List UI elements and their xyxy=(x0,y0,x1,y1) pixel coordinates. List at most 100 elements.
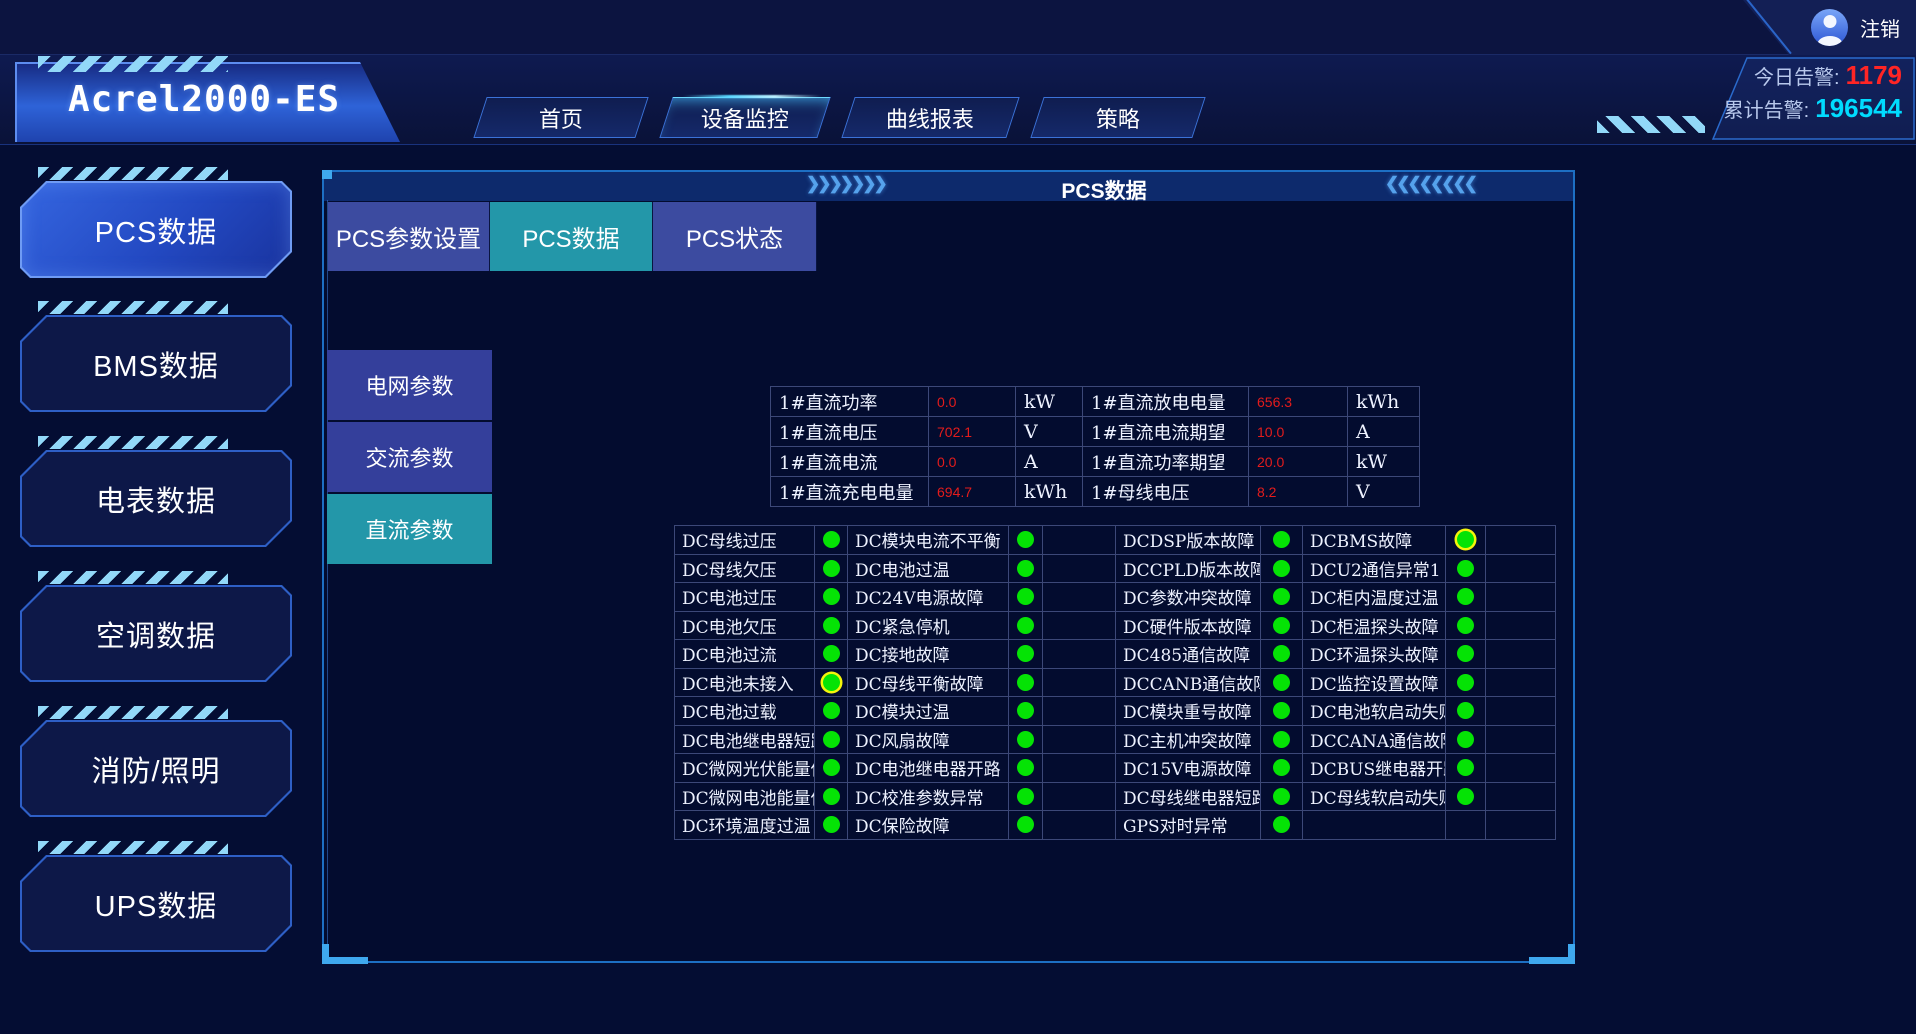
logout-button[interactable]: 注销 xyxy=(1860,13,1900,42)
status-spacer-cell xyxy=(1486,697,1556,726)
status-dot-cell xyxy=(1446,555,1486,584)
status-indicator-icon xyxy=(1273,731,1290,748)
submenu-ac-params[interactable]: 交流参数 xyxy=(327,422,492,492)
status-indicator-icon xyxy=(823,702,840,719)
status-indicator-icon xyxy=(1273,617,1290,634)
status-indicator-icon xyxy=(1457,560,1474,577)
status-label: DC电池继电器短路 xyxy=(675,726,815,755)
submenu-dc-params[interactable]: 直流参数 xyxy=(327,494,492,564)
status-label: DCCANB通信故障 xyxy=(1116,669,1261,698)
status-indicator-icon xyxy=(1273,788,1290,805)
status-indicator-icon xyxy=(1017,674,1034,691)
status-indicator-icon xyxy=(1457,731,1474,748)
sidebar-item-label: 空调数据 xyxy=(96,613,216,655)
hazard-stripes-icon xyxy=(38,841,228,854)
status-dot-cell xyxy=(1261,726,1303,755)
sidebar-item-label: UPS数据 xyxy=(95,883,218,925)
nav-tab-curve-report[interactable]: 曲线报表 xyxy=(841,97,1019,138)
status-dot-cell xyxy=(1446,640,1486,669)
status-label: DCBMS故障 xyxy=(1303,526,1446,555)
status-dot-cell xyxy=(1009,754,1043,783)
status-indicator-icon xyxy=(1017,816,1034,833)
status-dot-cell xyxy=(1261,526,1303,555)
sidebar-item-hvac[interactable]: 空调数据 xyxy=(20,585,292,682)
status-indicator-icon xyxy=(1017,731,1034,748)
status-label: DC模块过温 xyxy=(848,697,1009,726)
tab-pcs-param-settings[interactable]: PCS参数设置 xyxy=(328,202,490,271)
status-spacer-cell xyxy=(1486,612,1556,641)
status-dot-cell xyxy=(1261,811,1303,840)
tab-pcs-status[interactable]: PCS状态 xyxy=(653,202,817,271)
alarm-total-row: 累计告警:196544 xyxy=(1724,94,1902,127)
status-dot-cell xyxy=(1446,726,1486,755)
nav-tab-label: 首页 xyxy=(539,102,583,134)
values-cell-value: 694.7 xyxy=(929,477,1016,507)
hazard-stripes-icon xyxy=(38,301,228,314)
submenu-grid-params[interactable]: 电网参数 xyxy=(327,350,492,420)
status-dot-cell xyxy=(815,697,848,726)
nav-tab-home[interactable]: 首页 xyxy=(473,97,648,138)
status-spacer-cell xyxy=(1043,526,1116,555)
status-dot-cell xyxy=(1009,612,1043,641)
alarm-today-label: 今日告警: xyxy=(1754,67,1840,89)
sidebar: PCS数据 BMS数据 电表数据 空调数据 消防/照明 UPS数据 xyxy=(20,165,292,975)
status-label: DC电池过压 xyxy=(675,583,815,612)
values-cell-label: 1#直流电压 xyxy=(771,417,929,447)
values-cell-value: 20.0 xyxy=(1249,447,1348,477)
status-label: DC环境温度过温 xyxy=(675,811,815,840)
status-label: DCDSP版本故障 xyxy=(1116,526,1261,555)
status-spacer-cell xyxy=(1486,754,1556,783)
submenu-label: 交流参数 xyxy=(365,441,453,473)
status-indicator-icon xyxy=(1017,702,1034,719)
status-dot-cell xyxy=(1009,640,1043,669)
values-cell-value: 0.0 xyxy=(929,447,1016,477)
status-dot-cell xyxy=(1446,612,1486,641)
dc-values-table: 1#直流功率0.0kW1#直流放电电量656.3kWh1#直流电压702.1V1… xyxy=(770,386,1420,507)
status-indicator-icon xyxy=(1017,560,1034,577)
submenu-label: 电网参数 xyxy=(365,369,453,401)
status-spacer-cell xyxy=(1486,669,1556,698)
status-spacer-cell xyxy=(1043,754,1116,783)
status-dot-cell xyxy=(1261,783,1303,812)
status-spacer-cell xyxy=(1486,583,1556,612)
status-spacer-cell xyxy=(1043,669,1116,698)
tab-pcs-data[interactable]: PCS数据 xyxy=(490,202,653,271)
values-cell-unit: kWh xyxy=(1016,477,1083,507)
status-indicator-icon xyxy=(1273,674,1290,691)
status-dot-cell xyxy=(1446,669,1486,698)
status-spacer-cell xyxy=(1043,555,1116,584)
status-dot-cell xyxy=(1009,669,1043,698)
status-indicator-icon xyxy=(1457,588,1474,605)
user-avatar-icon[interactable] xyxy=(1811,9,1848,46)
submenu-label: 直流参数 xyxy=(365,513,453,545)
nav-tab-device-monitor[interactable]: 设备监控 xyxy=(659,97,830,138)
status-dot-cell xyxy=(815,555,848,584)
sidebar-item-pcs[interactable]: PCS数据 xyxy=(20,181,292,278)
sidebar-item-bms[interactable]: BMS数据 xyxy=(20,315,292,412)
status-label: DC母线继电器短路 xyxy=(1116,783,1261,812)
status-indicator-icon xyxy=(823,788,840,805)
status-dot-cell xyxy=(815,811,848,840)
sidebar-item-meter[interactable]: 电表数据 xyxy=(20,450,292,547)
status-label: DC电池软启动失败 xyxy=(1303,697,1446,726)
main-nav: 首页 设备监控 曲线报表 策略 xyxy=(480,97,1199,138)
status-spacer-cell xyxy=(1043,697,1116,726)
chevrons-right-icon: ❯❯❯❯❯❯❯ xyxy=(806,174,885,194)
status-indicator-icon xyxy=(823,560,840,577)
status-dot-cell xyxy=(1009,555,1043,584)
app-window: 注销 Acrel2000-ES 首页 设备监控 曲线报表 策略 今日告警:117… xyxy=(0,0,1916,1034)
values-cell-label: 1#直流充电电量 xyxy=(771,477,929,507)
status-label: DC微网光伏能量低 xyxy=(675,754,815,783)
values-cell-label: 1#直流功率 xyxy=(771,387,929,417)
status-dot-cell xyxy=(1446,754,1486,783)
status-spacer-cell xyxy=(1043,583,1116,612)
nav-tab-strategy[interactable]: 策略 xyxy=(1030,97,1205,138)
status-label: DC电池未接入 xyxy=(675,669,815,698)
values-cell-label: 1#母线电压 xyxy=(1083,477,1249,507)
sidebar-item-ups[interactable]: UPS数据 xyxy=(20,855,292,952)
status-label: DC监控设置故障 xyxy=(1303,669,1446,698)
hazard-stripes-icon xyxy=(38,436,228,449)
status-dot-cell xyxy=(1446,811,1486,840)
sidebar-item-fire-lighting[interactable]: 消防/照明 xyxy=(20,720,292,817)
hazard-stripes-icon xyxy=(38,706,228,719)
